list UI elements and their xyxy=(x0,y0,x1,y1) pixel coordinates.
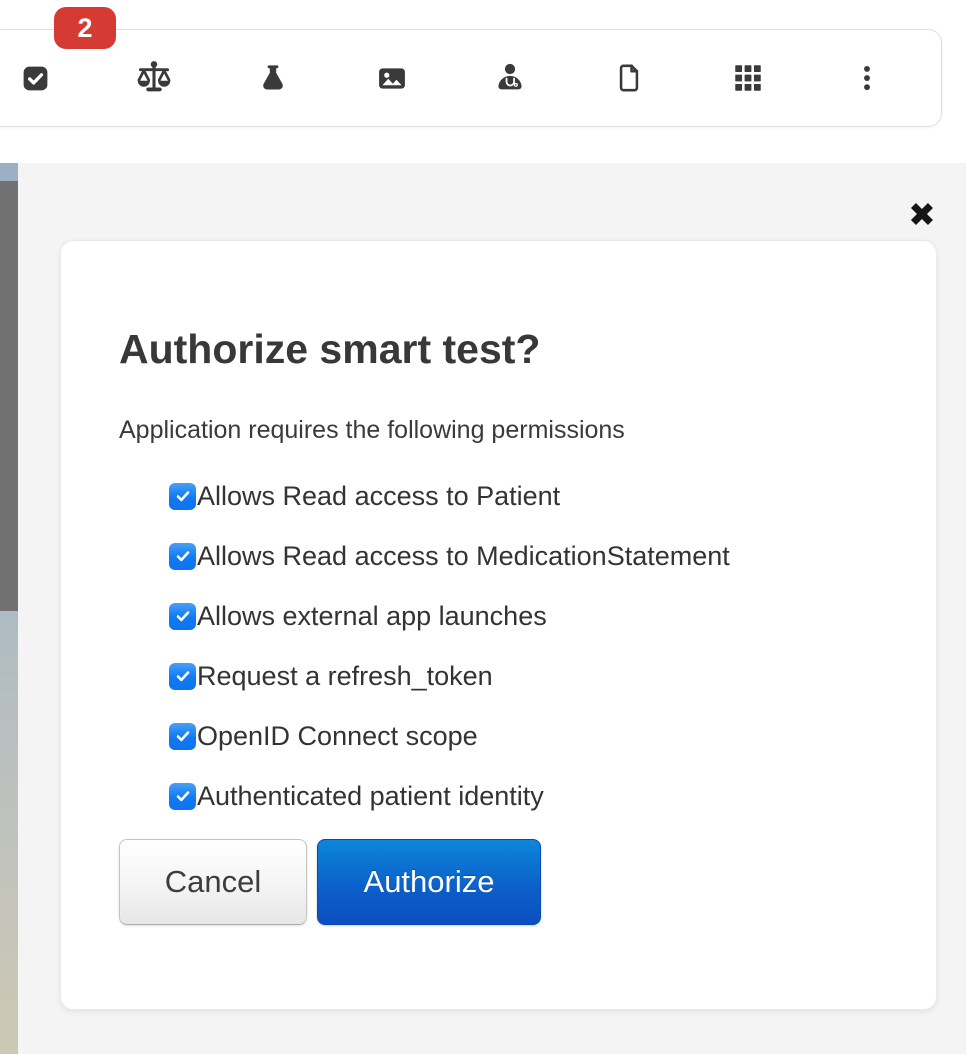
balance-scale-icon xyxy=(132,58,176,99)
permission-row: OpenID Connect scope xyxy=(169,719,880,753)
permission-row: Authenticated patient identity xyxy=(169,779,880,813)
image-button[interactable] xyxy=(370,56,414,100)
close-icon[interactable]: ✖ xyxy=(899,192,945,238)
permission-row: Request a refresh_token xyxy=(169,659,880,693)
flask-button[interactable] xyxy=(251,56,295,100)
doctor-icon xyxy=(492,60,528,96)
dialog-subtitle: Application requires the following permi… xyxy=(119,416,880,445)
permission-checkbox[interactable] xyxy=(169,603,196,630)
permission-label: OpenID Connect scope xyxy=(197,721,478,752)
permission-label: Allows Read access to MedicationStatemen… xyxy=(197,541,730,572)
cancel-button[interactable]: Cancel xyxy=(119,839,307,925)
file-icon xyxy=(612,61,646,95)
balance-scale-button[interactable] xyxy=(132,56,176,100)
permission-label: Allows external app launches xyxy=(197,601,547,632)
apps-grid-icon xyxy=(731,61,765,95)
icon-toolbar xyxy=(0,29,942,127)
authorize-button[interactable]: Authorize xyxy=(317,839,541,925)
flask-icon xyxy=(256,61,290,95)
permission-list: Allows Read access to Patient Allows Rea… xyxy=(169,479,880,813)
permission-checkbox[interactable] xyxy=(169,543,196,570)
permission-row: Allows external app launches xyxy=(169,599,880,633)
page-scrollbar-thumb[interactable] xyxy=(0,181,18,611)
permission-checkbox[interactable] xyxy=(169,483,196,510)
image-icon xyxy=(373,62,411,95)
authorize-dialog: Authorize smart test? Application requir… xyxy=(60,240,937,1010)
kebab-menu-icon xyxy=(852,61,882,95)
permission-checkbox[interactable] xyxy=(169,663,196,690)
permission-checkbox[interactable] xyxy=(169,783,196,810)
underlying-page-edge xyxy=(0,163,18,1054)
apps-grid-button[interactable] xyxy=(726,56,770,100)
page: 2 xyxy=(0,0,966,1054)
check-square-button[interactable] xyxy=(13,56,57,100)
file-button[interactable] xyxy=(607,56,651,100)
notification-badge: 2 xyxy=(54,7,116,49)
permission-label: Authenticated patient identity xyxy=(197,781,544,812)
permission-label: Request a refresh_token xyxy=(197,661,493,692)
dialog-actions: Cancel Authorize xyxy=(119,839,880,925)
dialog-title: Authorize smart test? xyxy=(119,329,880,370)
doctor-button[interactable] xyxy=(488,56,532,100)
check-square-icon xyxy=(20,63,51,94)
permission-row: Allows Read access to MedicationStatemen… xyxy=(169,539,880,573)
permission-label: Allows Read access to Patient xyxy=(197,481,560,512)
page-scrollbar-track xyxy=(0,611,18,1054)
permission-row: Allows Read access to Patient xyxy=(169,479,880,513)
underlying-page-content xyxy=(0,163,18,181)
permission-checkbox[interactable] xyxy=(169,723,196,750)
kebab-menu-button[interactable] xyxy=(845,56,889,100)
